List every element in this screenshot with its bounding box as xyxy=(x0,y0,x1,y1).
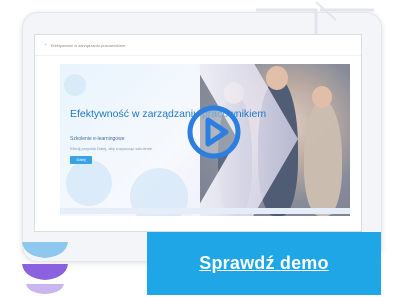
slide-footer-bar xyxy=(60,208,350,214)
slide-note: Kliknij przycisk Dalej, aby rozpocząć sz… xyxy=(70,146,153,151)
person-head xyxy=(266,66,288,90)
play-icon[interactable] xyxy=(186,104,242,160)
app-header: ‹ Efektywność w zarządzaniu pracownikiem xyxy=(35,35,361,56)
slide-subtitle: Szkolenie e-learningowe xyxy=(70,136,125,142)
person xyxy=(304,100,342,216)
decor-bubble xyxy=(66,160,112,206)
decor-bubble xyxy=(64,74,86,96)
back-icon[interactable]: ‹ xyxy=(45,42,47,48)
layers-icon xyxy=(22,242,68,294)
demo-cta-label: Sprawdź demo xyxy=(199,253,329,273)
person-head xyxy=(312,86,332,108)
demo-cta-button[interactable]: Sprawdź demo xyxy=(147,232,381,295)
breadcrumb: Efektywność w zarządzaniu pracownikiem xyxy=(50,42,126,48)
next-button[interactable]: Dalej xyxy=(70,156,92,164)
